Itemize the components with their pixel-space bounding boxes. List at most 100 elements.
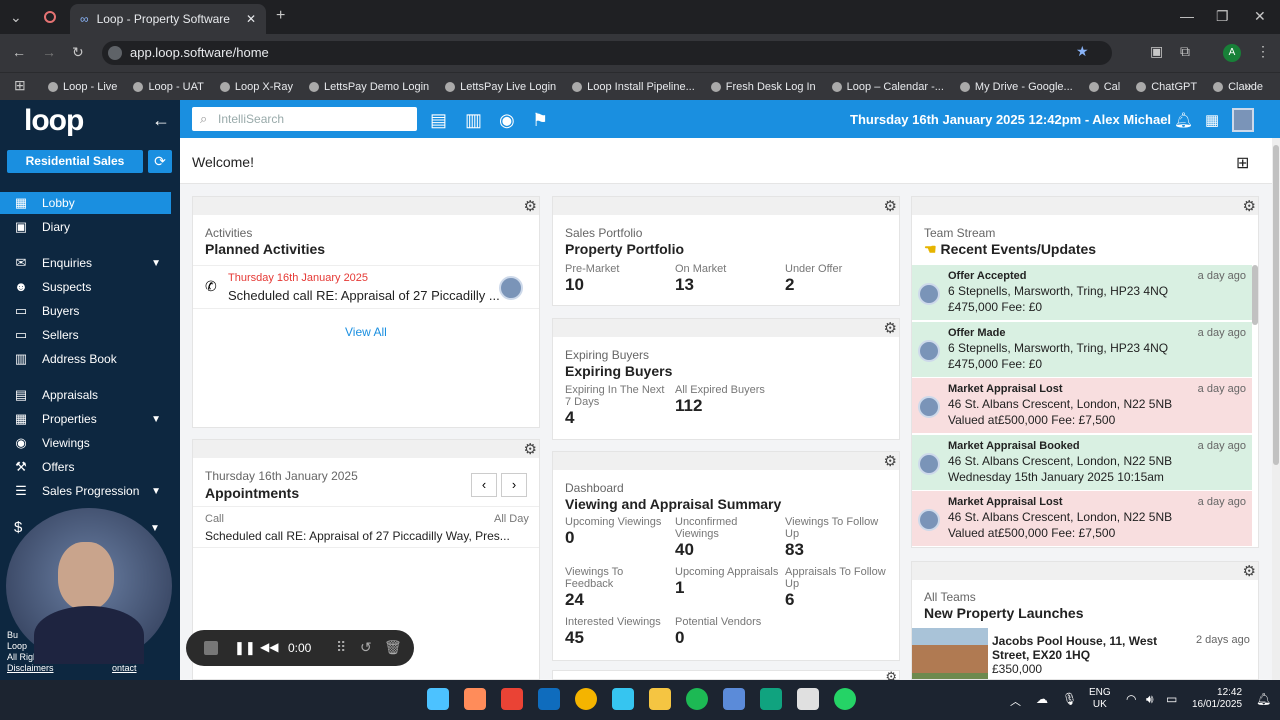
wifi-icon[interactable]: ◠: [1126, 692, 1136, 706]
bookmark-item[interactable]: Fresh Desk Log In: [710, 81, 816, 93]
chevron-down-icon[interactable]: ▼: [150, 523, 160, 534]
view-all-link[interactable]: View All: [345, 325, 387, 339]
bookmark-item[interactable]: Loop X-Ray: [219, 81, 293, 93]
settings-gear-icon[interactable]: ⚙: [524, 197, 537, 215]
outlook-icon[interactable]: [538, 688, 560, 710]
minimize-icon[interactable]: —: [1180, 9, 1194, 23]
remote-desktop-icon[interactable]: [723, 688, 745, 710]
dashboard-stat[interactable]: Potential Vendors 0: [675, 616, 781, 648]
clipboard-icon[interactable]: ▦: [1205, 111, 1219, 129]
pause-icon[interactable]: ❚❚: [234, 640, 256, 656]
restart-icon[interactable]: ↺: [360, 639, 372, 656]
chevron-down-icon[interactable]: ▼: [151, 414, 161, 425]
event-item[interactable]: Offer Accepted 6 Stepnells, Marsworth, Tr…: [912, 265, 1252, 321]
notifications-icon[interactable]: 🔔︎: [1256, 692, 1271, 706]
sidebar-item-offers[interactable]: ⚒ Offers: [0, 456, 171, 478]
sidebar-item-buyers[interactable]: ▭ Buyers: [0, 300, 171, 322]
apps-grid-icon[interactable]: ⊞: [14, 78, 26, 92]
sidebar-item-viewings[interactable]: ◉ Viewings: [0, 432, 171, 454]
chatgpt-icon[interactable]: [760, 688, 782, 710]
dashboard-stat[interactable]: Interested Viewings 45: [565, 616, 671, 648]
collapse-sidebar-icon[interactable]: ←: [152, 110, 170, 131]
stop-icon[interactable]: [204, 641, 218, 655]
sidebar-item-lobby[interactable]: ▦ Lobby: [0, 192, 171, 214]
event-item[interactable]: Market Appraisal Booked 46 St. Albans Cre…: [912, 434, 1252, 491]
dashboard-stat[interactable]: Unconfirmed Viewings 40: [675, 516, 781, 560]
property-photo[interactable]: [912, 628, 988, 679]
add-contact-icon[interactable]: ▤: [430, 110, 447, 131]
sidebar-item-address-book[interactable]: ▥ Address Book: [0, 348, 171, 370]
bookmark-item[interactable]: Loop – Calendar -...: [831, 81, 944, 93]
browser-tab[interactable]: ∞ Loop - Property Software ✕: [70, 4, 266, 34]
add-widget-icon[interactable]: ⊞: [1236, 153, 1249, 173]
stat-expiring-7-days[interactable]: Expiring In The Next 7 Days 4: [565, 384, 669, 428]
forward-icon[interactable]: →: [42, 45, 56, 59]
snipping-tool-icon[interactable]: [797, 688, 819, 710]
file-explorer-icon[interactable]: [649, 688, 671, 710]
copilot-icon[interactable]: [464, 688, 486, 710]
volume-icon[interactable]: 🔊︎: [1146, 692, 1154, 707]
slack-icon[interactable]: [612, 688, 634, 710]
dashboard-stat[interactable]: Appraisals To Follow Up 6: [785, 566, 891, 610]
dashboard-stat[interactable]: Viewings To Follow Up 83: [785, 516, 891, 560]
cloud-icon[interactable]: ☁: [1036, 692, 1048, 706]
appointment-row[interactable]: Call All Day Scheduled call RE: Appraisa…: [193, 506, 539, 548]
extensions-puzzle-icon[interactable]: ⧉: [1180, 44, 1190, 58]
bell-icon[interactable]: 🔔︎: [1174, 111, 1193, 129]
intellisearch-input[interactable]: IntelliSearch: [192, 107, 417, 131]
settings-gear-icon[interactable]: ⚙: [884, 197, 897, 215]
bookmark-item[interactable]: My Drive - Google...: [959, 81, 1073, 93]
profile-avatar[interactable]: A: [1223, 44, 1241, 62]
bookmark-star-icon[interactable]: ★: [1076, 44, 1089, 58]
bookmark-item[interactable]: LettsPay Live Login: [445, 81, 556, 93]
back-icon[interactable]: ←: [12, 45, 26, 59]
bookmark-item[interactable]: LettsPay Demo Login: [308, 81, 429, 93]
close-tab-icon[interactable]: ✕: [246, 12, 256, 26]
bookmark-item[interactable]: Loop - UAT: [133, 81, 204, 93]
settings-gear-icon[interactable]: ⚙: [1243, 197, 1256, 215]
close-window-icon[interactable]: ✕: [1254, 9, 1266, 23]
site-info-icon[interactable]: [108, 46, 122, 60]
battery-icon[interactable]: ▭: [1166, 692, 1177, 706]
event-item[interactable]: Offer Made 6 Stepnells, Marsworth, Tring,…: [912, 321, 1252, 378]
spotify-icon[interactable]: [686, 688, 708, 710]
event-item[interactable]: Market Appraisal Lost 46 St. Albans Cresc…: [912, 491, 1252, 547]
add-note-icon[interactable]: ▥: [465, 110, 482, 131]
sidebar-item-diary[interactable]: ▣ Diary: [0, 216, 171, 238]
bookmark-item[interactable]: Loop - Live: [48, 81, 117, 93]
record-tab-icon[interactable]: [44, 11, 56, 23]
branch-selector[interactable]: Residential Sales: [7, 150, 143, 173]
maximize-icon[interactable]: ❐: [1216, 9, 1229, 23]
add-task-icon[interactable]: ⚑: [532, 110, 548, 131]
settings-gear-icon[interactable]: ⚙: [1243, 562, 1256, 580]
sidebar-item-sellers[interactable]: ▭ Sellers: [0, 324, 171, 346]
user-avatar[interactable]: [1232, 108, 1254, 132]
refresh-icon[interactable]: ⟳: [148, 150, 172, 173]
disclaimers-link[interactable]: Disclaimers: [7, 663, 54, 673]
add-viewing-icon[interactable]: ◉: [499, 110, 515, 131]
chevron-down-icon[interactable]: ▼: [151, 258, 161, 269]
chrome-icon[interactable]: [575, 688, 597, 710]
next-day-button[interactable]: ›: [501, 473, 527, 497]
activity-row[interactable]: ✆ Thursday 16th January 2025 Scheduled c…: [193, 265, 539, 309]
trash-icon[interactable]: 🗑︎: [384, 639, 402, 656]
rewind-icon[interactable]: ◀◀: [260, 640, 278, 654]
stat-all-expired[interactable]: All Expired Buyers 112: [675, 384, 779, 416]
tray-chevron-icon[interactable]: ︿: [1010, 693, 1021, 709]
new-tab-icon[interactable]: +: [276, 8, 285, 24]
dashboard-stat[interactable]: Upcoming Appraisals 1: [675, 566, 781, 598]
whatsapp-icon[interactable]: [834, 688, 856, 710]
more-bookmarks-icon[interactable]: »: [1244, 78, 1252, 92]
sidebar-item-appraisals[interactable]: ▤ Appraisals: [0, 384, 171, 406]
bookmark-item[interactable]: Claude: [1213, 81, 1263, 93]
stat-under-offer[interactable]: Under Offer 2: [785, 263, 842, 295]
extension-icon[interactable]: ▣: [1150, 44, 1163, 58]
webcam-overlay[interactable]: [6, 508, 172, 664]
start-icon[interactable]: [427, 688, 449, 710]
event-item[interactable]: Market Appraisal Lost 46 St. Albans Cresc…: [912, 378, 1252, 434]
prev-day-button[interactable]: ‹: [471, 473, 497, 497]
bookmark-item[interactable]: Loop Install Pipeline...: [572, 81, 695, 93]
reload-icon[interactable]: ↻: [72, 45, 84, 59]
settings-gear-icon[interactable]: ⚙: [524, 440, 537, 458]
grip-icon[interactable]: ⠿: [336, 639, 346, 656]
